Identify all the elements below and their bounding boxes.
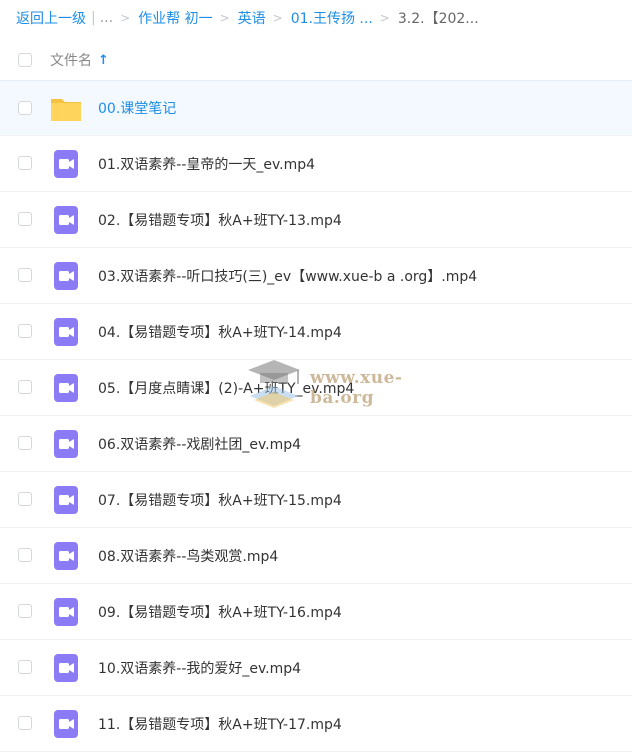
file-name[interactable]: 06.双语素养--戏剧社团_ev.mp4 bbox=[98, 434, 301, 454]
folder-icon bbox=[50, 93, 82, 125]
file-row[interactable]: 09.【易错题专项】秋A+班TY-16.mp4 bbox=[0, 584, 632, 640]
row-checkbox[interactable] bbox=[18, 380, 32, 394]
row-checkbox[interactable] bbox=[18, 436, 32, 450]
column-header-filename: 文件名 bbox=[50, 53, 92, 69]
video-icon bbox=[50, 708, 82, 740]
file-name[interactable]: 10.双语素养--我的爱好_ev.mp4 bbox=[98, 658, 301, 678]
file-name[interactable]: 11.【易错题专项】秋A+班TY-17.mp4 bbox=[98, 714, 342, 734]
file-row[interactable]: 05.【月度点睛课】(2)-A+班TY_ev.mp4 bbox=[0, 360, 632, 416]
video-icon bbox=[50, 596, 82, 628]
row-checkbox[interactable] bbox=[18, 324, 32, 338]
file-name[interactable]: 04.【易错题专项】秋A+班TY-14.mp4 bbox=[98, 322, 342, 342]
chevron-right-icon: > bbox=[120, 11, 131, 25]
file-row[interactable]: 04.【易错题专项】秋A+班TY-14.mp4 bbox=[0, 304, 632, 360]
file-name[interactable]: 07.【易错题专项】秋A+班TY-15.mp4 bbox=[98, 490, 342, 510]
file-row[interactable]: 10.双语素养--我的爱好_ev.mp4 bbox=[0, 640, 632, 696]
row-checkbox[interactable] bbox=[18, 156, 32, 170]
video-icon bbox=[50, 372, 82, 404]
chevron-right-icon: > bbox=[219, 11, 230, 25]
file-row[interactable]: 03.双语素养--听口技巧(三)_ev【www.xue-b a .org】.mp… bbox=[0, 248, 632, 304]
sort-by-name-button[interactable]: 文件名 ↑ bbox=[50, 50, 109, 70]
file-row[interactable]: 11.【易错题专项】秋A+班TY-17.mp4 bbox=[0, 696, 632, 752]
video-icon bbox=[50, 204, 82, 236]
file-name[interactable]: 05.【月度点睛课】(2)-A+班TY_ev.mp4 bbox=[98, 378, 354, 398]
file-row[interactable]: 07.【易错题专项】秋A+班TY-15.mp4 bbox=[0, 472, 632, 528]
video-icon bbox=[50, 148, 82, 180]
breadcrumb-ellipsis[interactable]: ... bbox=[100, 10, 113, 26]
file-row[interactable]: 02.【易错题专项】秋A+班TY-13.mp4 bbox=[0, 192, 632, 248]
file-name[interactable]: 08.双语素养--鸟类观赏.mp4 bbox=[98, 546, 278, 566]
file-row[interactable]: 01.双语素养--皇帝的一天_ev.mp4 bbox=[0, 136, 632, 192]
file-name[interactable]: 01.双语素养--皇帝的一天_ev.mp4 bbox=[98, 154, 315, 174]
video-icon bbox=[50, 260, 82, 292]
breadcrumb: 返回上一级 | ... > 作业帮 初一 > 英语 > 01.王传扬 ... >… bbox=[16, 0, 626, 36]
breadcrumb-item-teacher[interactable]: 01.王传扬 ... bbox=[291, 8, 373, 28]
file-name[interactable]: 03.双语素养--听口技巧(三)_ev【www.xue-b a .org】.mp… bbox=[98, 266, 477, 286]
row-checkbox[interactable] bbox=[18, 268, 32, 282]
chevron-right-icon: > bbox=[272, 11, 283, 25]
video-icon bbox=[50, 652, 82, 684]
video-icon bbox=[50, 428, 82, 460]
row-checkbox[interactable] bbox=[18, 212, 32, 226]
chevron-right-icon: > bbox=[379, 11, 390, 25]
file-name[interactable]: 02.【易错题专项】秋A+班TY-13.mp4 bbox=[98, 210, 342, 230]
file-row[interactable]: 08.双语素养--鸟类观赏.mp4 bbox=[0, 528, 632, 584]
folder-row[interactable]: 00.课堂笔记 bbox=[0, 80, 632, 136]
breadcrumb-item-grade[interactable]: 作业帮 初一 bbox=[138, 8, 212, 28]
sort-ascending-icon: ↑ bbox=[98, 52, 109, 68]
row-checkbox[interactable] bbox=[18, 548, 32, 562]
back-link[interactable]: 返回上一级 bbox=[16, 8, 86, 28]
select-all-checkbox[interactable] bbox=[18, 53, 32, 67]
row-checkbox[interactable] bbox=[18, 716, 32, 730]
video-icon bbox=[50, 540, 82, 572]
file-list: 00.课堂笔记 01.双语素养--皇帝的一天_ev.mp4 02.【易错题专项】秋A… bbox=[0, 80, 632, 752]
row-checkbox[interactable] bbox=[18, 604, 32, 618]
breadcrumb-item-subject[interactable]: 英语 bbox=[238, 8, 266, 28]
video-icon bbox=[50, 316, 82, 348]
row-checkbox[interactable] bbox=[18, 660, 32, 674]
file-row[interactable]: 06.双语素养--戏剧社团_ev.mp4 bbox=[0, 416, 632, 472]
file-name[interactable]: 09.【易错题专项】秋A+班TY-16.mp4 bbox=[98, 602, 342, 622]
row-checkbox[interactable] bbox=[18, 101, 32, 115]
file-list-header: 文件名 ↑ bbox=[0, 40, 632, 80]
breadcrumb-current: 3.2.【202... bbox=[397, 11, 479, 27]
file-name[interactable]: 00.课堂笔记 bbox=[98, 98, 176, 118]
video-icon bbox=[50, 484, 82, 516]
breadcrumb-divider: | bbox=[91, 10, 96, 26]
row-checkbox[interactable] bbox=[18, 492, 32, 506]
